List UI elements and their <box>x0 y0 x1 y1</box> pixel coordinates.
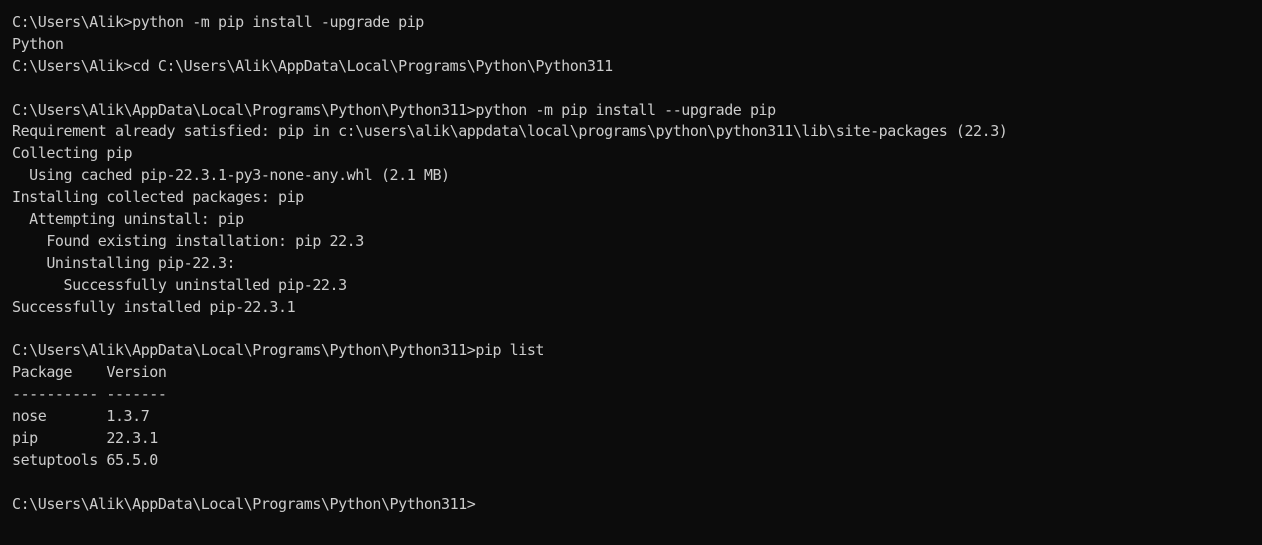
console-output: C:\Users\Alik>python -m pip install -upg… <box>12 12 1262 515</box>
package-table-header: Package Version <box>12 363 167 382</box>
console-line-output: Using cached pip-22.3.1-py3-none-any.whl… <box>12 166 450 185</box>
package-table-row: nose 1.3.7 <box>12 407 150 426</box>
console-line-output: Successfully installed pip-22.3.1 <box>12 297 296 316</box>
console-line-output: Requirement already satisfied: pip in c:… <box>12 122 1008 141</box>
console-line-command: C:\Users\Alik>python -m pip install -upg… <box>12 13 424 31</box>
package-table-separator: ---------- ------- <box>12 385 167 404</box>
package-table-row: setuptools 65.5.0 <box>12 450 158 469</box>
console-prompt[interactable]: C:\Users\Alik\AppData\Local\Programs\Pyt… <box>12 494 1262 516</box>
console-line-blank <box>12 318 1262 340</box>
console-line-output: Collecting pip <box>12 144 133 163</box>
console-line-output: Attempting uninstall: pip <box>12 210 244 229</box>
console-line-output: Successfully uninstalled pip-22.3 <box>12 275 347 294</box>
console-line-command: C:\Users\Alik>cd C:\Users\Alik\AppData\L… <box>12 56 613 75</box>
console-scroll-edge <box>1258 0 1262 545</box>
console-line-output: Uninstalling pip-22.3: <box>12 253 236 272</box>
console-line-output: Found existing installation: pip 22.3 <box>12 231 364 250</box>
package-table-row: pip 22.3.1 <box>12 428 158 447</box>
console-line-command: C:\Users\Alik\AppData\Local\Programs\Pyt… <box>12 100 776 119</box>
console-line-output: Installing collected packages: pip <box>12 188 304 207</box>
console-line-output: Python <box>12 34 64 53</box>
console-line-blank <box>12 472 1262 494</box>
console-line-blank <box>12 78 1262 100</box>
console-window[interactable]: C:\Users\Alik>python -m pip install -upg… <box>0 0 1262 545</box>
console-line-command: C:\Users\Alik\AppData\Local\Programs\Pyt… <box>12 341 545 360</box>
